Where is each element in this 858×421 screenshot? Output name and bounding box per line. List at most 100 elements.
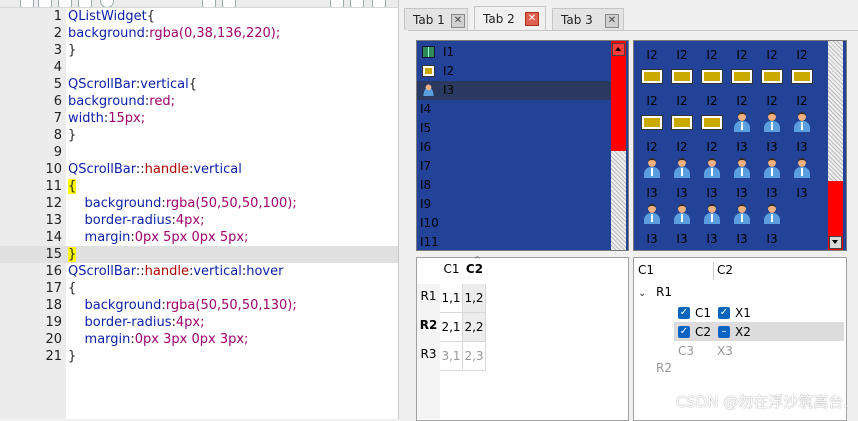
tab-1[interactable]: Tab 1 ✕ (404, 8, 468, 30)
list-item-label[interactable]: I3 (697, 232, 727, 246)
table-cell[interactable]: 3,1 (440, 342, 463, 371)
list-item[interactable]: I2 (417, 62, 611, 81)
line-text[interactable]: margin:0px 3px 0px 3px; (68, 331, 249, 348)
list-item-label[interactable]: I2 (727, 94, 757, 108)
list-item-label[interactable]: I2 (757, 94, 787, 108)
close-icon[interactable]: ✕ (451, 14, 465, 28)
list-item-label[interactable]: I2 (697, 48, 727, 62)
list-item-label[interactable]: I2 (667, 48, 697, 62)
list-item[interactable]: I9 (417, 195, 611, 214)
tree-item-value[interactable]: X3 (717, 342, 733, 361)
list-item-label[interactable]: I2 (697, 94, 727, 108)
list-item-label[interactable]: I3 (727, 186, 757, 200)
scrollbar-track[interactable] (611, 151, 626, 250)
line-text[interactable]: } (68, 246, 77, 263)
tree-item-label[interactable]: C3 (678, 342, 694, 361)
line-text[interactable]: } (68, 348, 76, 365)
table-widget[interactable]: C1 C2 ^ R1 1,1 1,2 R2 2,1 2,2 R3 3,1 2,3 (416, 255, 629, 421)
paste-icon[interactable] (330, 0, 344, 7)
list-item-label[interactable]: I2 (667, 140, 697, 154)
row-header[interactable]: R2 (417, 318, 440, 332)
line-text[interactable]: background:rgba(0,38,136,220); (68, 25, 280, 42)
line-text[interactable]: } (68, 42, 76, 59)
list-item-label[interactable]: I3 (727, 232, 757, 246)
code-editor[interactable]: 1 QListWidget{2 background:rgba(0,38,136,2… (0, 0, 399, 419)
list-item-label[interactable]: I3 (757, 140, 787, 154)
help-icon[interactable] (100, 0, 114, 7)
scroll-down-button[interactable] (829, 236, 842, 249)
list-item[interactable]: I4 (417, 100, 611, 119)
list-item-label[interactable]: I3 (667, 232, 697, 246)
close-icon[interactable]: ✕ (525, 12, 539, 26)
list-item[interactable]: I1 (417, 43, 611, 62)
line-text[interactable]: background:rgba(50,50,50,130); (68, 297, 297, 314)
list-item-label[interactable]: I3 (637, 232, 667, 246)
list-item[interactable]: I3 (417, 81, 611, 100)
list-widget-1[interactable]: I1 I2 I3 I4 I5 I6 I7 I8 I9 I10 I11 (416, 40, 629, 251)
scrollbar-track[interactable] (828, 41, 843, 181)
code-lines[interactable]: 1 QListWidget{2 background:rgba(0,38,136,2… (0, 8, 398, 365)
list-item-label[interactable]: I2 (697, 140, 727, 154)
line-text[interactable]: QScrollBar:vertical{ (68, 76, 197, 93)
line-text[interactable]: QScrollBar::handle:vertical (68, 161, 242, 178)
line-text[interactable]: width:15px; (68, 110, 145, 127)
line-text[interactable]: QListWidget{ (68, 8, 155, 25)
list-item[interactable]: I8 (417, 176, 611, 195)
close-icon[interactable]: ✕ (605, 14, 619, 28)
table-cell[interactable]: 1,1 (440, 284, 463, 313)
checkbox[interactable]: ✓ (718, 307, 730, 319)
list-item-label[interactable]: I2 (787, 94, 817, 108)
line-text[interactable]: } (68, 127, 76, 144)
list-item[interactable]: I11 (417, 233, 611, 250)
checkbox[interactable]: ✓ (678, 307, 690, 319)
line-text[interactable]: margin:0px 5px 0px 5px; (68, 229, 249, 246)
list-item-label[interactable]: I3 (637, 186, 667, 200)
chevron-down-icon[interactable]: ⌄ (638, 284, 648, 303)
line-text[interactable]: border-radius:4px; (68, 314, 205, 331)
list-item-label[interactable]: I2 (787, 48, 817, 62)
line-text[interactable]: border-radius:4px; (68, 212, 205, 229)
tree-item-root[interactable]: ⌄ R1 (638, 283, 672, 302)
list-item[interactable]: I7 (417, 157, 611, 176)
new-icon[interactable] (20, 0, 34, 7)
list-item-label[interactable]: I3 (667, 186, 697, 200)
tree-item-label[interactable]: C2 (695, 323, 711, 342)
list-item[interactable]: I5 (417, 119, 611, 138)
list-item-label[interactable]: I3 (727, 140, 757, 154)
list-item-label[interactable]: I2 (667, 94, 697, 108)
list-item-label[interactable]: I2 (637, 94, 667, 108)
list-item-label[interactable]: I3 (697, 186, 727, 200)
line-text[interactable]: QScrollBar::handle:vertical:hover (68, 263, 283, 280)
settings-icon[interactable] (372, 0, 386, 7)
delete-icon[interactable] (350, 0, 364, 7)
list-item-label[interactable]: I2 (727, 48, 757, 62)
partial-checkbox[interactable]: – (718, 326, 730, 338)
tree-item-label[interactable]: C1 (695, 304, 711, 323)
column-header[interactable]: C2 (463, 262, 486, 276)
copy-icon[interactable] (222, 0, 236, 7)
list-item[interactable]: I6 (417, 138, 611, 157)
list-item-label[interactable]: I2 (637, 140, 667, 154)
list-item-label[interactable]: I2 (757, 48, 787, 62)
list-item-label[interactable]: I3 (757, 186, 787, 200)
list-item-label[interactable]: I3 (757, 232, 787, 246)
table-cell[interactable]: 2,3 (463, 342, 486, 371)
list-item[interactable]: I10 (417, 214, 611, 233)
open-icon[interactable] (38, 0, 52, 7)
vertical-scrollbar[interactable] (611, 41, 626, 151)
checkbox[interactable]: ✓ (678, 326, 690, 338)
tree-item-value[interactable]: X2 (735, 323, 751, 342)
tree-item-value[interactable]: X1 (735, 304, 751, 323)
line-text[interactable]: { (68, 280, 76, 297)
save-icon[interactable] (58, 0, 72, 7)
column-header[interactable]: C1 (440, 262, 463, 276)
tab-2[interactable]: Tab 2 ✕ (474, 6, 546, 31)
list-item-label[interactable]: I3 (787, 186, 817, 200)
table-cell[interactable]: 2,1 (440, 313, 463, 342)
column-header[interactable]: C2 (717, 261, 733, 280)
row-header[interactable]: R3 (417, 347, 440, 361)
scroll-up-button[interactable] (612, 43, 625, 56)
list-item-label[interactable]: I3 (787, 140, 817, 154)
table-cell[interactable]: 1,2 (463, 284, 486, 313)
undo-icon[interactable] (78, 0, 92, 7)
